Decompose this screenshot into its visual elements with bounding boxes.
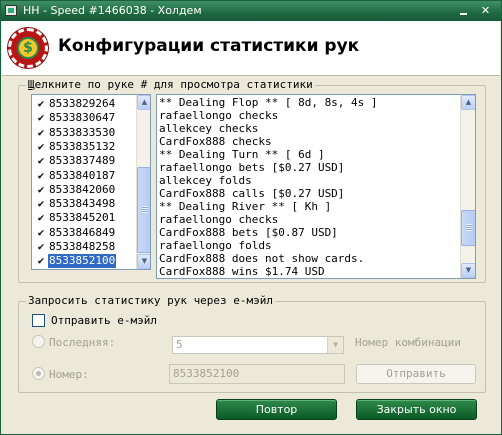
hand-number: 8533843498 [49,197,116,211]
hand-list-item[interactable]: ✔ 8533835132 [34,140,134,154]
scroll-thumb[interactable] [461,210,475,246]
hand-number: 8533848258 [49,240,116,253]
scroll-down-icon[interactable]: ▼ [461,263,475,278]
hand-list-item[interactable]: ✔ 8533829264 [34,97,134,111]
last-count-select[interactable]: 5 ▼ [172,336,344,354]
window-title: HH - Speed #1466038 - Холдем [23,4,202,17]
hand-history-text[interactable]: ** Dealing Flop ** [ 8d, 8s, 4s ] rafaell… [156,94,476,279]
hand-list-item[interactable]: ✔ 8533848258 [34,240,134,254]
app-icon [5,5,17,16]
hand-list-item[interactable]: ✔ 8533852100 [34,254,134,269]
history-line: ** Dealing River ** [ Kh ] [159,200,332,213]
hand-number: 8533842060 [49,182,116,196]
scroll-down-icon[interactable]: ▼ [137,254,150,269]
history-line: CardFox888 does not show cards. [159,252,365,265]
hand-number: 8533855045 [48,269,116,270]
hands-group-legend: Щелкните по руке # для просмотра статист… [26,78,315,91]
history-line: CardFox888 bets [$0.87 USD] [159,226,338,239]
combo-label: Номер комбинации [355,336,461,349]
history-line: allekcey checks [159,122,259,135]
hand-list-item[interactable]: ✔ 8533837489 [34,154,134,168]
send-email-label: Отправить е-мэйл [51,314,157,327]
checkmark-icon: ✔ [37,154,45,168]
hand-number: 8533837489 [49,154,116,168]
hand-number: 8533830647 [49,111,116,125]
arrow-right-icon: ➜ [34,269,48,270]
history-line: ** Dealing Turn ** [ 6d ] [159,148,325,161]
poker-chip-icon: $ [8,28,48,68]
checkmark-icon: ✔ [37,139,45,153]
checkmark-icon: ✔ [37,225,45,239]
hand-number: 8533840187 [49,168,116,182]
close-window-button[interactable]: Закрыть окно [356,399,477,420]
last-count-value: 5 [176,338,183,351]
hand-number: 8533833530 [49,125,116,139]
number-radio[interactable] [32,367,45,380]
history-line: rafaellongo folds [159,239,272,252]
repeat-button[interactable]: Повтор [216,399,337,420]
checkmark-icon: ✔ [37,182,45,196]
scroll-thumb[interactable] [137,167,150,253]
checkmark-icon: ✔ [37,211,45,225]
hand-list-item[interactable]: ✔ 8533842060 [34,183,134,197]
close-icon[interactable]: ✕ [479,5,492,17]
history-line: CardFox888 checks [159,135,272,148]
history-line: ** Dealing Flop ** [ 8d, 8s, 4s ] [159,96,378,109]
hand-history-window: HH - Speed #1466038 - Холдем ✕ $ Конфигу… [0,0,502,435]
scroll-up-icon[interactable]: ▲ [137,95,150,110]
hand-number: 8533846849 [49,225,116,239]
last-radio[interactable] [32,335,45,348]
hand-list-item[interactable]: ✔ 8533846849 [34,226,134,240]
hand-list-item[interactable]: ✔ 8533830647 [34,111,134,125]
checkmark-icon: ✔ [37,254,45,268]
email-group-legend: Запросить статистику рук через е-мэйл [26,294,276,307]
hand-list-item[interactable]: ✔ 8533840187 [34,169,134,183]
hand-list-item[interactable]: ➜8533855045 [34,269,134,270]
checkmark-icon: ✔ [37,168,45,182]
checkmark-icon: ✔ [37,125,45,139]
send-button[interactable]: Отправить [356,364,476,384]
header-divider [2,75,500,76]
history-line: rafaellongo checks [159,109,279,122]
header-band: $ Конфигурации статистики рук [2,21,500,75]
hand-list-item[interactable]: ✔ 8533843498 [34,197,134,211]
checkmark-icon: ✔ [37,240,45,253]
history-scrollbar[interactable]: ▲ ▼ [460,95,475,278]
hand-number: 8533835132 [49,139,116,153]
scroll-up-icon[interactable]: ▲ [461,95,475,110]
chevron-down-icon[interactable]: ▼ [327,337,343,353]
hand-number: 8533845201 [49,211,116,225]
history-line: allekcey folds [159,174,252,187]
send-email-checkbox[interactable] [32,314,45,327]
hand-list-item[interactable]: ✔ 8533845201 [34,211,134,225]
hand-number-list[interactable]: ✔ 8533829264 ✔ 8533830647 ✔ 8533833530 ✔ 853383… [31,94,151,270]
history-line: rafaellongo bets [$0.27 USD] [159,161,345,174]
hand-number: 8533852100 [48,254,117,269]
hand-number-field[interactable]: 8533852100 [169,364,345,384]
hand-list-item[interactable]: ✔ 8533833530 [34,126,134,140]
history-line: CardFox888 wins $1.74 USD [159,265,325,278]
checkmark-icon: ✔ [37,111,45,125]
history-line: rafaellongo checks [159,213,279,226]
minimize-icon[interactable] [457,5,470,17]
hand-list-scrollbar[interactable]: ▲ ▼ [136,95,150,269]
hand-number: 8533829264 [49,97,116,110]
checkmark-icon: ✔ [37,97,45,110]
checkmark-icon: ✔ [37,197,45,211]
page-title: Конфигурации статистики рук [58,36,360,56]
number-label: Номер: [49,368,89,381]
title-bar[interactable]: HH - Speed #1466038 - Холдем ✕ [1,1,501,21]
history-line: CardFox888 calls [$0.27 USD] [159,187,345,200]
last-label: Последняя: [49,336,116,349]
